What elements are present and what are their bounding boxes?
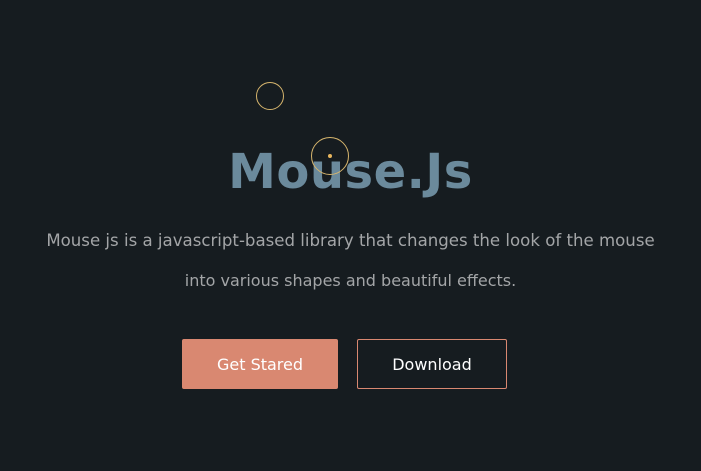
download-button[interactable]: Download	[357, 339, 507, 389]
get-started-button[interactable]: Get Stared	[182, 339, 338, 389]
cursor-dot-icon	[328, 154, 332, 158]
description-line-2: into various shapes and beautiful effect…	[184, 271, 517, 290]
page-title: Mouse.Js	[228, 144, 473, 200]
landing-page: Mouse.Js Mouse js is a javascript-based …	[0, 0, 701, 471]
cursor-trail-ring-icon	[256, 82, 284, 110]
description-line-1: Mouse js is a javascript-based library t…	[46, 231, 655, 250]
